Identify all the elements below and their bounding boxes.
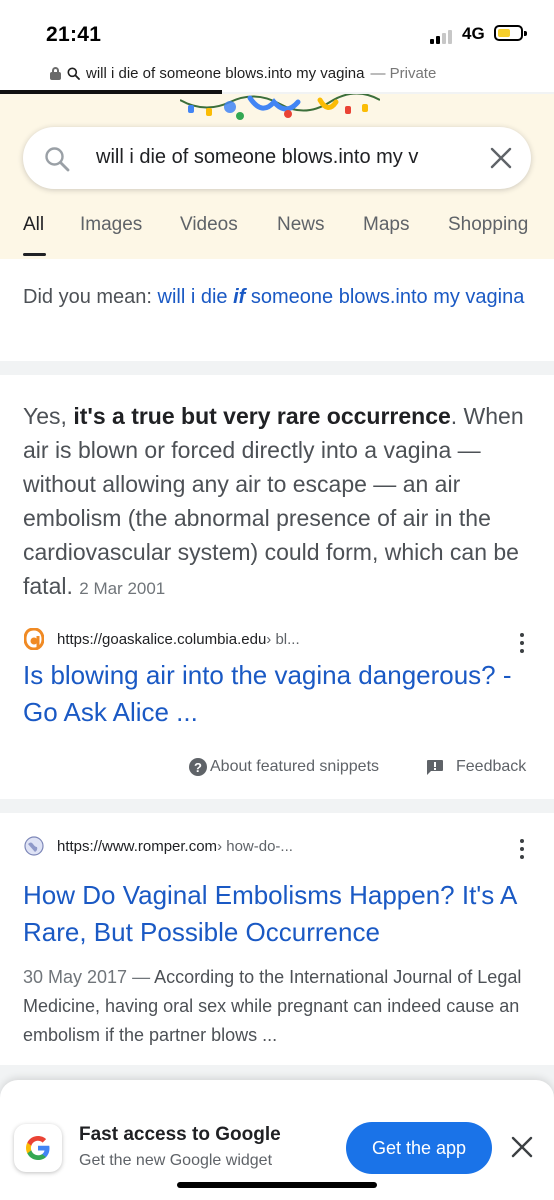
did-you-mean-prefix: Did you mean: bbox=[23, 286, 158, 308]
feedback-icon bbox=[426, 759, 444, 775]
snippet-date: 2 Mar 2001 bbox=[79, 579, 166, 598]
search-tabs: All Images Videos News Maps Shopping bbox=[0, 200, 554, 258]
status-bar: 21:41 4G bbox=[0, 0, 554, 62]
close-icon[interactable] bbox=[511, 1136, 533, 1158]
search-icon bbox=[67, 67, 80, 80]
more-options-icon[interactable] bbox=[519, 839, 525, 859]
google-logo-icon bbox=[14, 1124, 62, 1172]
featured-snippet-text: Yes, it's a true but very rare occurrenc… bbox=[23, 403, 524, 599]
url-query: will i die of someone blows.into my vagi… bbox=[86, 64, 365, 82]
clock: 21:41 bbox=[46, 23, 102, 46]
globe-icon bbox=[23, 835, 45, 857]
battery-icon bbox=[494, 25, 527, 41]
feedback-label: Feedback bbox=[456, 758, 527, 775]
search-icon[interactable] bbox=[43, 145, 71, 173]
tab-maps[interactable]: Maps bbox=[363, 214, 409, 236]
tab-news[interactable]: News bbox=[277, 214, 325, 236]
result-date: 30 May 2017 — bbox=[23, 967, 155, 987]
snippet-source-domain: https://goaskalice.columbia.edu bbox=[57, 630, 267, 648]
lock-icon bbox=[50, 66, 61, 80]
tab-videos[interactable]: Videos bbox=[180, 214, 238, 236]
home-indicator[interactable] bbox=[177, 1182, 377, 1188]
snippet-result-title[interactable]: Is blowing air into the vagina dangerous… bbox=[23, 657, 533, 731]
search-result-romper: https://www.romper.com › how-do-... How … bbox=[0, 813, 554, 1065]
snippet-source[interactable]: https://goaskalice.columbia.edu › bl... bbox=[23, 627, 300, 651]
search-input[interactable]: will i die of someone blows.into my v bbox=[96, 146, 476, 169]
result-source-domain: https://www.romper.com bbox=[57, 837, 218, 855]
get-the-app-button[interactable]: Get the app bbox=[346, 1122, 492, 1174]
did-you-mean-link[interactable]: will i die if someone blows.into my vagi… bbox=[158, 286, 525, 308]
help-icon: ? bbox=[189, 758, 207, 776]
cellular-signal-icon bbox=[430, 28, 456, 44]
tab-shopping[interactable]: Shopping bbox=[448, 214, 528, 236]
featured-snippet-card: Yes, it's a true but very rare occurrenc… bbox=[0, 375, 554, 799]
snippet-highlight: it's a true but very rare occurrence bbox=[73, 403, 451, 429]
promo-subtitle: Get the new Google widget bbox=[79, 1152, 273, 1169]
tab-images[interactable]: Images bbox=[80, 214, 142, 236]
active-tab-indicator bbox=[23, 253, 46, 256]
about-featured-snippets[interactable]: ? About featured snippets bbox=[189, 755, 379, 779]
clear-search-icon[interactable] bbox=[489, 146, 513, 170]
more-options-icon[interactable] bbox=[519, 633, 525, 653]
about-featured-snippets-label: About featured snippets bbox=[210, 758, 380, 775]
feedback-button[interactable]: Feedback bbox=[426, 755, 526, 779]
url-bar[interactable]: will i die of someone blows.into my vagi… bbox=[0, 62, 554, 92]
did-you-mean-text: Did you mean: will i die if someone blow… bbox=[23, 283, 533, 312]
go-ask-alice-favicon-icon bbox=[23, 628, 45, 650]
result-title[interactable]: How Do Vaginal Embolisms Happen? It's A … bbox=[23, 877, 533, 951]
network-type: 4G bbox=[462, 24, 485, 43]
result-source-path: › how-do-... bbox=[217, 837, 293, 855]
tab-all[interactable]: All bbox=[23, 214, 44, 236]
result-description: 30 May 2017 — According to the Internati… bbox=[23, 967, 522, 1045]
private-label: — Private bbox=[370, 64, 437, 82]
snippet-source-path: › bl... bbox=[266, 630, 300, 648]
result-source[interactable]: https://www.romper.com › how-do-... bbox=[23, 834, 293, 858]
did-you-mean-card: Did you mean: will i die if someone blow… bbox=[0, 259, 554, 361]
promo-title: Fast access to Google bbox=[79, 1124, 281, 1145]
search-box[interactable]: will i die of someone blows.into my v bbox=[23, 127, 531, 189]
